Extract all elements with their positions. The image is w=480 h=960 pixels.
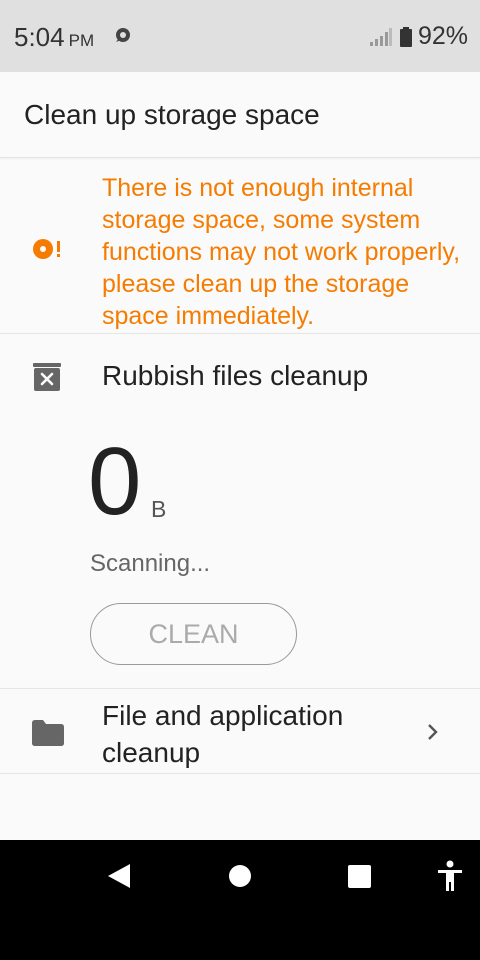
storage-warning: There is not enough internal storage spa… — [0, 158, 480, 334]
rubbish-label: Rubbish files cleanup — [102, 360, 369, 391]
notification-icon — [116, 28, 130, 42]
rubbish-files-row: Rubbish files cleanup — [0, 334, 480, 418]
status-bar: 5:04 PM 92% — [0, 0, 480, 72]
clean-button[interactable]: CLEAN — [90, 603, 297, 665]
rubbish-icon — [33, 363, 61, 391]
status-time-value: 5:04 — [14, 22, 65, 52]
folder-icon — [32, 720, 64, 746]
junk-size-unit: B — [151, 496, 167, 522]
status-right: 92% — [369, 22, 468, 51]
scan-status: Scanning... — [90, 550, 211, 577]
home-icon[interactable] — [229, 865, 251, 887]
recents-icon[interactable] — [348, 865, 371, 888]
signal-icon — [369, 27, 392, 46]
battery-icon — [399, 26, 412, 47]
battery-percent: 92% — [417, 22, 468, 50]
back-icon[interactable] — [106, 862, 132, 890]
status-time: 5:04 PM — [14, 22, 94, 53]
app-bar: Clean up storage space — [0, 72, 480, 158]
junk-size-value: 0 — [88, 428, 142, 535]
file-app-cleanup-label: File and application cleanup — [102, 700, 344, 768]
accessibility-icon[interactable] — [436, 860, 464, 892]
warning-icon — [33, 239, 60, 259]
warning-text: There is not enough internal storage spa… — [102, 174, 461, 330]
navigation-bar — [0, 840, 480, 960]
file-app-cleanup-row[interactable]: File and application cleanup — [0, 688, 480, 774]
status-ampm: PM — [68, 31, 95, 50]
page-title: Clean up storage space — [24, 99, 320, 130]
chevron-right-icon — [428, 724, 438, 740]
